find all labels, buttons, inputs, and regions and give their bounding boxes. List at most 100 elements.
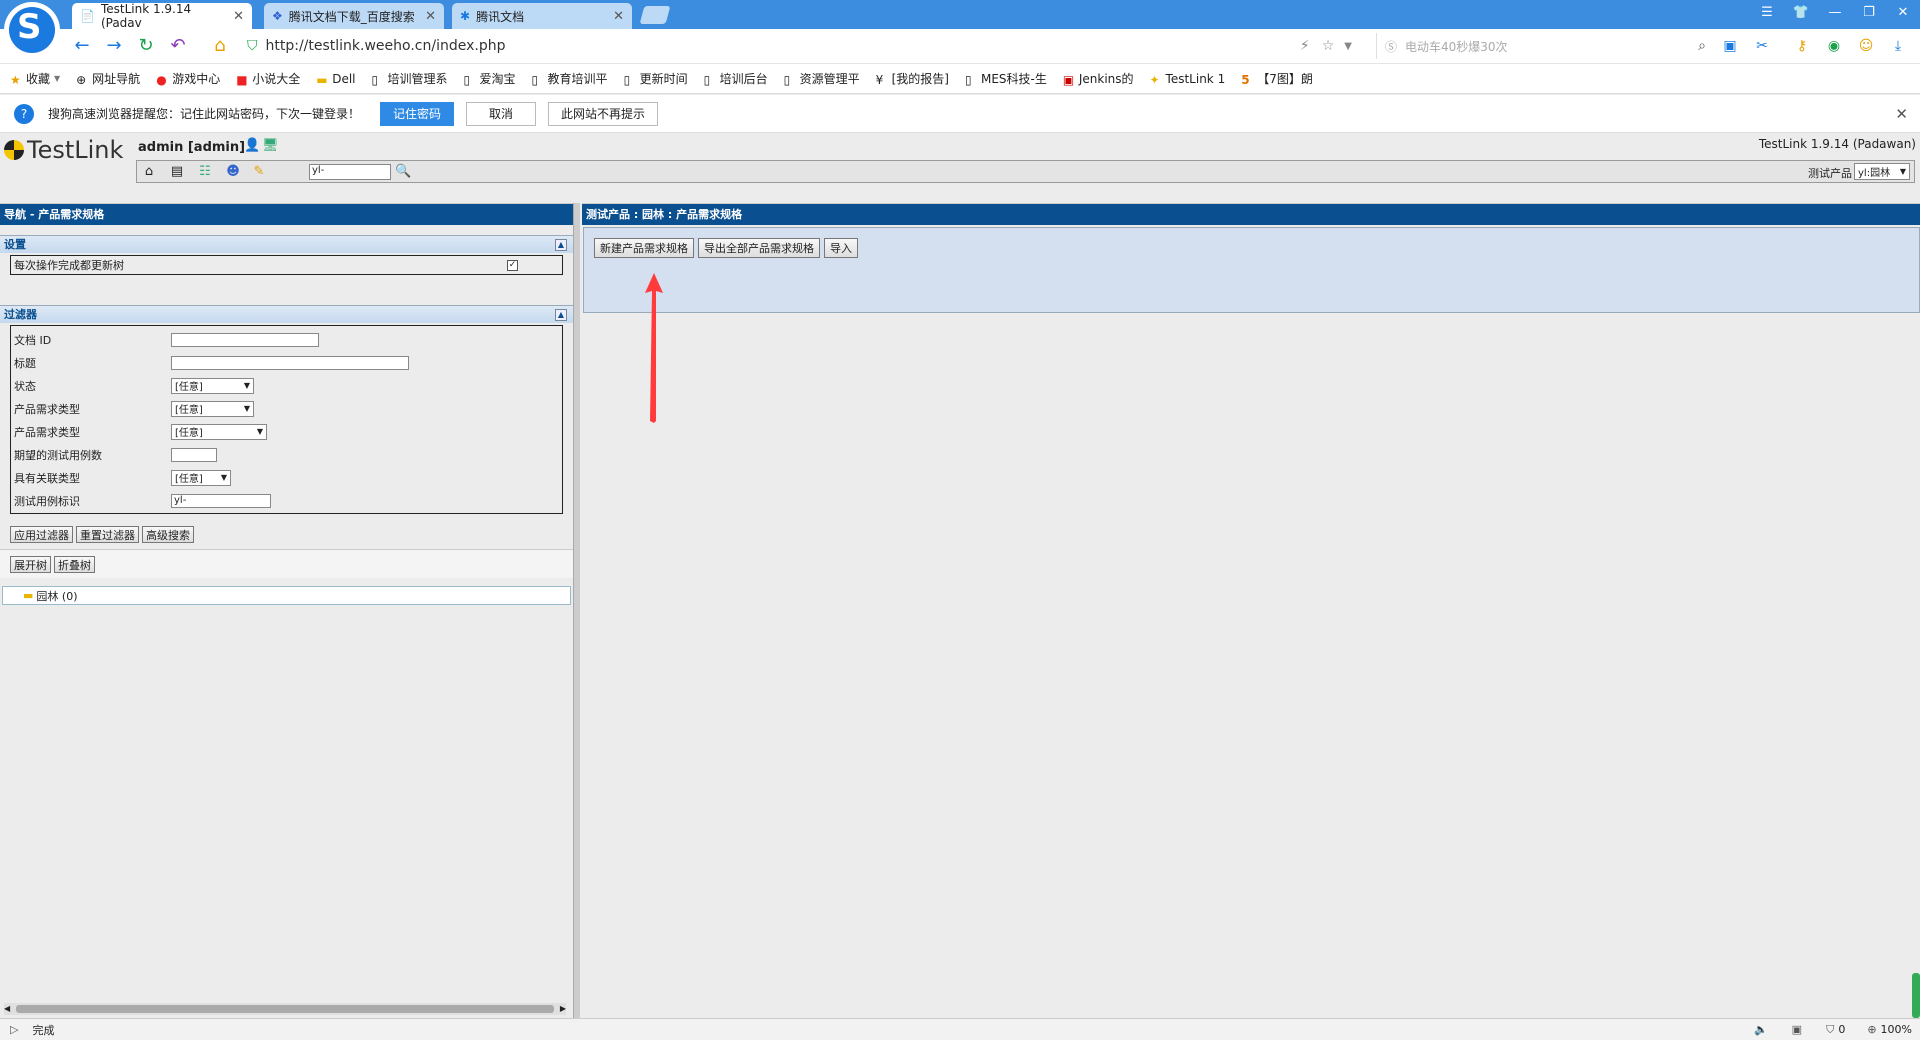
remember-password-button[interactable]: 记住密码 — [380, 101, 455, 126]
filter-box: 文档 ID 标题 状态 [任意] ▼ 产品需求类型 [任意] ▼ 产品需求类型 [任意] ▼… — [10, 325, 563, 514]
undo-close-icon[interactable]: ↶ — [166, 35, 190, 57]
tab-tencent-docs[interactable]: ✱ 腾讯文档 ✕ — [452, 3, 632, 29]
bookmark-item[interactable]: ▯ 教育培训平 — [532, 70, 608, 87]
close-window-icon[interactable]: ✕ — [1892, 5, 1914, 25]
address-bar[interactable]: ⛉ http://testlink.weeho.cn/index.php ⚡ ☆… — [247, 33, 1352, 59]
home-icon[interactable]: ⌂ — [208, 35, 232, 57]
sidebar-toggle-icon[interactable]: ▷ — [10, 1023, 18, 1036]
bookmark-item[interactable]: ▯ MES科技-生 — [965, 70, 1047, 87]
bookmark-item[interactable]: ▣ Jenkins的 — [1063, 70, 1134, 87]
expected-cases-input[interactable] — [171, 447, 217, 462]
search-icon[interactable]: 🔍 — [395, 164, 411, 179]
bookmark-item[interactable]: ¥ [我的报告] — [876, 70, 949, 87]
scroll-right-icon[interactable]: ▶ — [560, 1004, 566, 1013]
desktop-icon[interactable]: ▤ — [169, 164, 185, 179]
refresh-icon[interactable]: ↻ — [134, 35, 158, 57]
req-type-select[interactable]: [任意] ▼ — [171, 400, 254, 417]
relation-type-select[interactable]: [任意] ▼ — [171, 469, 231, 486]
screenshot-icon[interactable]: ▣ — [1792, 1023, 1802, 1036]
home-icon[interactable]: ⌂ — [141, 164, 157, 179]
new-tab-button[interactable] — [639, 6, 671, 24]
sogou-browser-logo: S — [4, 2, 60, 58]
settings-section-header[interactable]: 设置 ▲ — [0, 235, 573, 253]
testcase-id-input[interactable]: yl- — [171, 493, 271, 508]
bookmark-item[interactable]: ▬ Dell — [316, 72, 355, 87]
url-text: http://testlink.weeho.cn/index.php — [265, 38, 506, 54]
restore-icon[interactable]: ❐ — [1858, 5, 1880, 25]
bookmark-item[interactable]: ✦ TestLink 1 — [1150, 72, 1226, 87]
minimize-icon[interactable]: — — [1824, 5, 1846, 25]
zoom-level[interactable]: 100% — [1881, 1023, 1912, 1036]
tab-baidu-search[interactable]: ❖ 腾讯文档下载_百度搜索 ✕ — [264, 3, 444, 29]
user-management-icon[interactable]: ☻ — [225, 164, 241, 179]
bookmark-label: [我的报告] — [891, 72, 949, 86]
download-icon[interactable]: ⤓ — [1886, 35, 1910, 57]
search-box[interactable]: Ⓢ 电动车40秒爆30次 ⌕ — [1376, 33, 1706, 59]
expand-tree-button[interactable]: 展开树 — [10, 556, 51, 573]
req-spec-type-select[interactable]: [任意] ▼ — [171, 423, 267, 440]
bookmark-item[interactable]: ▯ 培训后台 — [704, 70, 768, 87]
tab-testlink[interactable]: 📄 TestLink 1.9.14 (Padav ✕ — [72, 2, 252, 30]
filters-section-header[interactable]: 过滤器 ▲ — [0, 305, 573, 323]
collapse-icon[interactable]: ▲ — [555, 239, 567, 251]
lightning-icon[interactable]: ⚡ — [1300, 38, 1310, 54]
scroll-left-icon[interactable]: ◀ — [4, 1004, 10, 1013]
update-tree-checkbox[interactable]: ✓ — [507, 259, 518, 271]
smile-icon[interactable]: ☺ — [1854, 35, 1878, 57]
shield-icon[interactable]: ⛉ — [1826, 1023, 1834, 1037]
info-icon: ? — [14, 103, 34, 124]
collapse-tree-button[interactable]: 折叠树 — [54, 556, 95, 573]
horizontal-scrollbar[interactable]: ◀ ▶ — [4, 1003, 566, 1015]
speaker-icon[interactable]: 🔈 — [1754, 1023, 1768, 1036]
search-icon[interactable]: ⌕ — [1698, 38, 1706, 54]
close-icon[interactable]: ✕ — [425, 9, 436, 24]
chevron-down-icon[interactable]: ▼ — [1344, 41, 1352, 52]
bookmark-item[interactable]: ▯ 爱淘宝 — [464, 70, 516, 87]
close-icon[interactable]: ✕ — [1895, 105, 1908, 123]
import-button[interactable]: 导入 — [824, 238, 858, 258]
close-icon[interactable]: ✕ — [613, 9, 624, 24]
reset-filter-button[interactable]: 重置过滤器 — [76, 526, 139, 543]
doc-id-input[interactable] — [171, 332, 319, 347]
key-icon[interactable]: ⚷ — [1790, 35, 1814, 57]
testcase-search-input[interactable]: yl- — [309, 164, 391, 180]
product-select[interactable]: yl:园林 ▼ — [1854, 163, 1910, 180]
tree-root-node[interactable]: 园林 (0) — [36, 588, 77, 604]
logout-icon[interactable]: 🖥 — [262, 138, 279, 153]
apply-filter-button[interactable]: 应用过滤器 — [10, 526, 73, 543]
bookmark-item[interactable]: ⊕ 网址导航 — [76, 70, 140, 87]
title-input[interactable] — [171, 355, 409, 370]
forward-icon[interactable]: → — [102, 35, 126, 57]
close-icon[interactable]: ✕ — [233, 9, 244, 24]
status-select[interactable]: [任意] ▼ — [171, 377, 254, 394]
filter-label: 期望的测试用例数 — [14, 448, 102, 462]
skin-icon[interactable]: 👕 — [1790, 5, 1812, 25]
new-req-spec-button[interactable]: 新建产品需求规格 — [594, 238, 694, 258]
zoom-icon[interactable]: ⊕ — [1867, 1023, 1876, 1036]
cancel-button[interactable]: 取消 — [466, 101, 537, 126]
bookmark-label: Jenkins的 — [1078, 72, 1134, 86]
bookmark-item[interactable]: 5 【7图】朗 — [1241, 70, 1313, 87]
events-icon[interactable]: ✎ — [251, 164, 267, 179]
testlink-logo[interactable]: TestLink — [4, 136, 123, 164]
export-all-req-specs-button[interactable]: 导出全部产品需求规格 — [698, 238, 820, 258]
bookmark-item[interactable]: ▯ 更新时间 — [624, 70, 688, 87]
back-icon[interactable]: ← — [70, 35, 94, 57]
user-settings-icon[interactable]: 👤 — [244, 138, 260, 153]
bookmark-favorites[interactable]: ★ 收藏 ▼ — [10, 70, 60, 87]
advanced-search-button[interactable]: 高级搜索 — [142, 526, 194, 543]
bookmark-item[interactable]: ▯ 资源管理平 — [784, 70, 860, 87]
side-widget[interactable] — [1912, 973, 1920, 1018]
scrollbar-thumb[interactable] — [16, 1005, 554, 1013]
scissors-icon[interactable]: ✂ — [1750, 35, 1774, 57]
never-remind-button[interactable]: 此网站不再提示 — [548, 101, 659, 126]
star-icon[interactable]: ☆ — [1322, 38, 1335, 54]
bookmark-item[interactable]: ■ 小说大全 — [236, 70, 300, 87]
game-icon[interactable]: ◉ — [1822, 35, 1846, 57]
bookmark-item[interactable]: ▯ 培训管理系 — [372, 70, 448, 87]
collapse-icon[interactable]: ▲ — [555, 309, 567, 321]
requirements-icon[interactable]: ☷ — [197, 164, 213, 179]
bookmark-item[interactable]: ● 游戏中心 — [156, 70, 220, 87]
menu-icon[interactable]: ☰ — [1756, 5, 1778, 25]
translate-icon[interactable]: ▣ — [1718, 35, 1742, 57]
